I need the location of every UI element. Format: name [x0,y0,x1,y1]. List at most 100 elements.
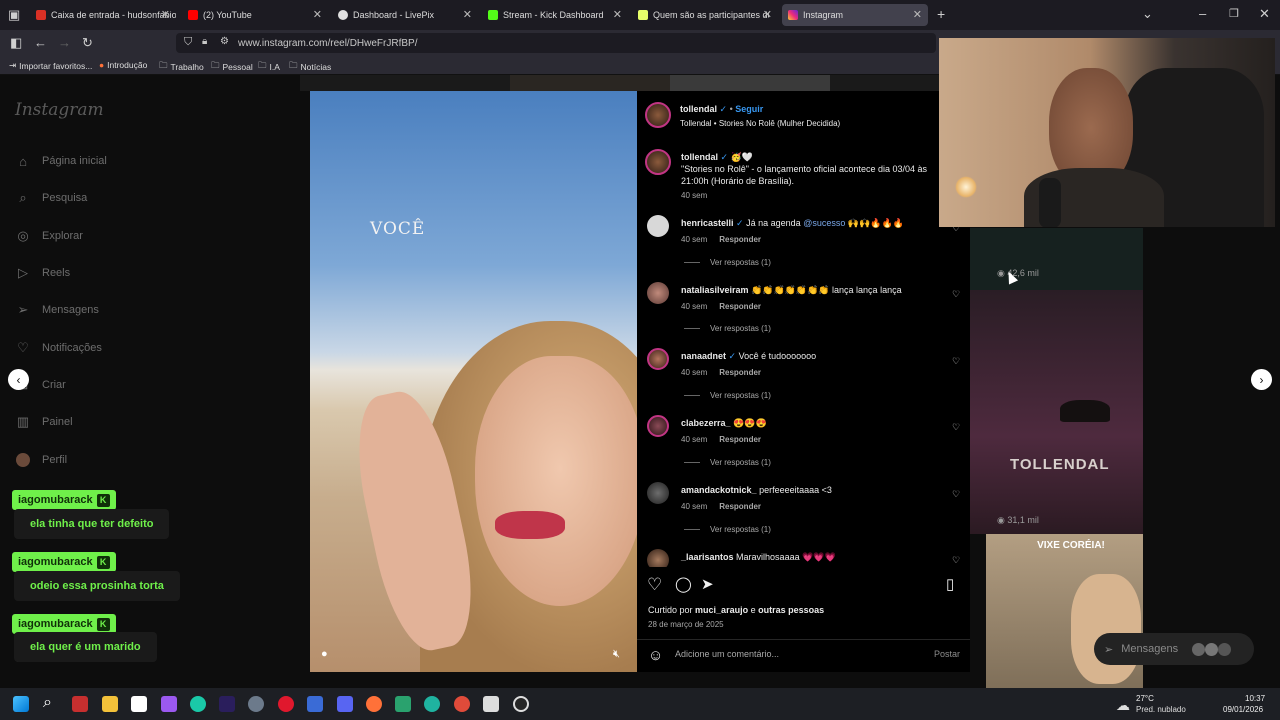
view-replies-button[interactable]: Ver respostas (1) [684,391,771,400]
app-icon-chrome[interactable] [454,696,470,712]
mute-icon[interactable]: 🔇︎ [613,648,620,661]
sidebar-item-search[interactable]: ⌕ Pesquisa [15,188,87,208]
sidebar-item-notifications[interactable]: ♡ Notificações [15,338,102,358]
comment-username[interactable]: _laarisantos [681,552,734,562]
app-icon-red[interactable] [72,696,88,712]
comment-username[interactable]: nataliasilveiram [681,285,749,295]
save-icon[interactable]: ▯ [946,575,954,593]
close-tab-icon[interactable]: ✕ [763,8,772,21]
sidebar-toggle-icon[interactable]: ◧ [10,36,22,50]
chevron-down-icon[interactable]: ⌄ [1142,7,1153,21]
app-icon-purple[interactable] [161,696,177,712]
post-comment-button[interactable]: Postar [934,649,960,659]
search-icon[interactable]: ⌕ [43,694,52,712]
sidebar-item-messages[interactable]: ➢ Mensagens [15,300,99,320]
bookmark-pessoal[interactable]: 🗀 Pessoal [211,60,253,74]
author-username[interactable]: tollendal [680,104,717,114]
emoji-icon[interactable]: ☺ [648,647,663,664]
caption-avatar[interactable] [645,149,671,175]
close-window-icon[interactable]: ✕ [1259,7,1270,21]
audio-label[interactable]: Tollendal • Stories No Rolê (Mulher Deci… [680,119,840,128]
like-comment-icon[interactable]: ♡ [952,555,960,566]
like-comment-icon[interactable]: ♡ [952,422,960,433]
comment-mention[interactable]: @sucesso [803,218,845,228]
close-tab-icon[interactable]: ✕ [313,8,322,21]
comment-username[interactable]: clabezerra_ [681,418,731,428]
app-icon-teal[interactable] [190,696,206,712]
like-icon[interactable]: ♡ [647,575,662,595]
tab-gmail[interactable]: Caixa de entrada - hudsonfabiom ✕ [30,4,176,26]
tab-kick[interactable]: Stream - Kick Dashboard ✕ [482,4,628,26]
view-replies-button[interactable]: Ver respostas (1) [684,458,771,467]
edge-icon[interactable] [424,696,440,712]
tab-livepix[interactable]: Dashboard - LivePix ✕ [332,4,478,26]
comment-avatar[interactable] [647,482,669,504]
obs-icon[interactable] [513,696,529,712]
opera-icon[interactable] [278,696,294,712]
comment-username[interactable]: amandackotnick_ [681,485,757,495]
minimize-icon[interactable]: – [1199,7,1206,21]
tab-search[interactable]: Quem são as participantes de M ✕ [632,4,778,26]
windows-start-icon[interactable] [13,696,29,712]
liked-by-others[interactable]: outras pessoas [758,605,824,615]
clock-date[interactable]: 09/01/2026 [1223,705,1263,714]
reply-button[interactable]: Responder [719,302,761,311]
comment-username[interactable]: nanaadnet [681,351,726,361]
sidebar-item-reels[interactable]: ▷ Reels [15,263,70,283]
premiere-icon[interactable] [219,696,235,712]
clock-time[interactable]: 10:37 [1245,694,1265,703]
reply-button[interactable]: Responder [719,235,761,244]
weather-desc[interactable]: Pred. nublado [1136,705,1186,714]
lock-icon[interactable]: 🔒︎ [202,36,207,47]
shield-icon[interactable]: ⛉ [184,36,192,49]
comment-avatar[interactable] [647,415,669,437]
comment-icon[interactable]: ◯ [675,575,692,593]
file-explorer-icon[interactable] [102,696,118,712]
user-tag-icon[interactable]: ● [321,648,328,660]
bookmark-noticias[interactable]: 🗀 Notícias [289,60,331,74]
forward-icon[interactable]: → [58,36,71,50]
view-replies-button[interactable]: Ver respostas (1) [684,525,771,534]
close-tab-icon[interactable]: ✕ [463,8,472,21]
tab-instagram[interactable]: Instagram ✕ [782,4,928,26]
view-replies-button[interactable]: Ver respostas (1) [684,258,771,267]
firefox-icon[interactable] [366,696,382,712]
weather-icon[interactable]: ☁ [1116,697,1130,714]
next-post-button[interactable]: › [1251,369,1272,390]
weather-temp[interactable]: 27°C [1136,694,1154,703]
instagram-logo[interactable]: Instagram [15,100,104,120]
reply-button[interactable]: Responder [719,368,761,377]
new-tab-icon[interactable]: + [937,7,945,21]
url-bar[interactable]: ⛉ 🔒︎ ⚙ www.instagram.com/reel/DHweFrJRfB… [176,33,936,53]
bookmark-trabalho[interactable]: 🗀 Trabalho [159,60,204,74]
sidebar-item-dashboard[interactable]: ▥ Painel [15,412,73,432]
reply-button[interactable]: Responder [719,502,761,511]
bookmark-ia[interactable]: 🗀 I.A [258,60,280,74]
back-icon[interactable]: ← [34,36,47,50]
comment-avatar[interactable] [647,282,669,304]
sidebar-item-explore[interactable]: ◎ Explorar [15,226,83,246]
close-tab-icon[interactable]: ✕ [613,8,622,21]
tab-youtube[interactable]: (2) YouTube ✕ [182,4,328,26]
close-tab-icon[interactable]: ✕ [913,8,922,21]
comment-avatar[interactable] [647,348,669,370]
app-icon-grey[interactable] [248,696,264,712]
comment-username[interactable]: henricastelli [681,218,734,228]
comment-input[interactable]: Adicione um comentário... [675,649,925,663]
messages-floating-button[interactable]: ➢ Mensagens [1094,633,1254,665]
bookmark-introducao[interactable]: ● Introdução [99,60,147,70]
like-comment-icon[interactable]: ♡ [952,489,960,500]
app-icon-check[interactable] [307,696,323,712]
reload-icon[interactable]: ↻ [82,36,93,50]
close-tab-icon[interactable]: ✕ [161,8,170,21]
app-icon-green[interactable] [395,696,411,712]
follow-button[interactable]: Seguir [735,104,763,114]
tab-list-icon[interactable]: ▣ [8,8,20,22]
maximize-icon[interactable]: ❐ [1229,7,1239,21]
comment-avatar[interactable] [647,215,669,237]
discord-icon[interactable] [337,696,353,712]
grid-tile[interactable]: ◉ 42,6 mil [970,228,1143,290]
bookmark-import[interactable]: ⇥ Importar favoritos... [9,60,92,71]
view-replies-button[interactable]: Ver respostas (1) [684,324,771,333]
like-comment-icon[interactable]: ♡ [952,356,960,367]
